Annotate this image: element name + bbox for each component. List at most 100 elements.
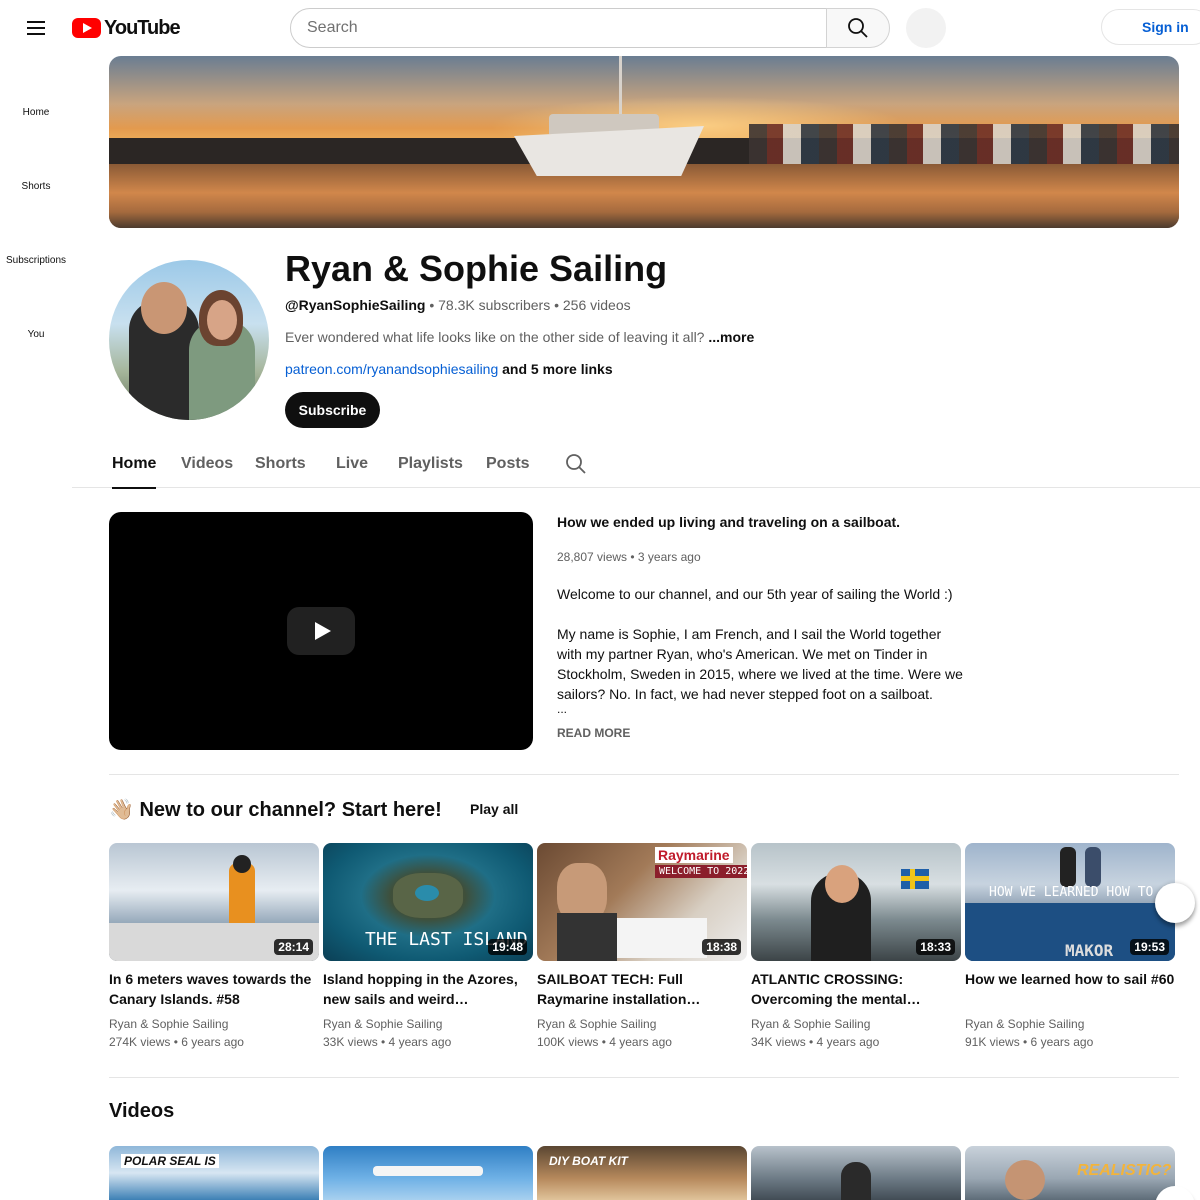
logo-text: YouTube	[104, 16, 181, 39]
subscribe-button[interactable]: Subscribe	[285, 392, 380, 428]
video-count: 256 videos	[562, 297, 631, 313]
video-card[interactable]: THE LAST ISLAND 19:48 Island hopping in …	[323, 843, 533, 1051]
video-title[interactable]: Island hopping in the Azores, new sails …	[323, 969, 533, 1009]
video-thumbnail[interactable]	[323, 1146, 533, 1200]
thumbnail-overlay-text: MAKOR	[1065, 941, 1114, 960]
video-card[interactable]: HOW WE LEARNED HOW TO SAIL MAKOR 19:53 H…	[965, 843, 1175, 1051]
tab-live[interactable]: Live	[336, 440, 368, 488]
shelf-title: 👋🏼 New to our channel? Start here!	[109, 797, 442, 822]
video-thumbnail[interactable]: 28:14	[109, 843, 319, 961]
more-links[interactable]: and 5 more links	[502, 361, 612, 377]
video-duration: 19:48	[488, 939, 527, 955]
description-text: Ever wondered what life looks like on th…	[285, 329, 705, 345]
description-ellipsis: ...	[557, 702, 568, 716]
sidebar-item-label: Subscriptions	[5, 254, 67, 266]
thumbnail-overlay-text: HOW WE LEARNED HOW TO SAIL	[989, 885, 1175, 900]
search-button[interactable]	[826, 8, 890, 48]
sidebar-item-label: Shorts	[21, 180, 51, 192]
video-meta: 34K views • 4 years ago	[751, 1035, 880, 1049]
patreon-link[interactable]: patreon.com/ryanandsophiesailing	[285, 361, 498, 377]
featured-video-player[interactable]	[109, 512, 533, 750]
video-card[interactable]: Raymarine WELCOME TO 2022 18:38 SAILBOAT…	[537, 843, 747, 1051]
sign-in-label: Sign in	[1142, 19, 1189, 35]
sidebar-item-shorts[interactable]: Shorts	[0, 149, 72, 223]
video-thumbnail[interactable]: DIY BOAT KIT	[537, 1146, 747, 1200]
channel-meta: @RyanSophieSailing • 78.3K subscribers •…	[285, 297, 631, 313]
tab-playlists[interactable]: Playlists	[398, 440, 463, 488]
video-thumbnail[interactable]: HOW WE LEARNED HOW TO SAIL MAKOR 19:53	[965, 843, 1175, 961]
channel-name: Ryan & Sophie Sailing	[285, 248, 668, 289]
search-input[interactable]	[290, 8, 827, 48]
tab-home[interactable]: Home	[112, 440, 157, 489]
channel-avatar	[109, 260, 269, 420]
video-channel[interactable]: Ryan & Sophie Sailing	[965, 1015, 1175, 1033]
tab-shorts[interactable]: Shorts	[255, 440, 306, 488]
play-icon[interactable]	[287, 607, 355, 655]
sign-in-button[interactable]: Sign in	[1101, 9, 1200, 45]
description-paragraph: My name is Sophie, I am French, and I sa…	[557, 626, 963, 702]
video-card[interactable]: 28:14 In 6 meters waves towards the Cana…	[109, 843, 319, 1051]
thumbnail-overlay-text: WELCOME TO 2022	[655, 865, 747, 878]
video-meta: 91K views • 6 years ago	[965, 1035, 1094, 1049]
sidebar-item-label: Home	[22, 106, 50, 118]
divider	[109, 774, 1179, 775]
separator: •	[554, 297, 559, 313]
separator: •	[429, 297, 435, 313]
featured-description: Welcome to our channel, and our 5th year…	[557, 584, 967, 724]
video-thumbnail[interactable]: Raymarine WELCOME TO 2022 18:38	[537, 843, 747, 961]
play-all-button[interactable]: Play all	[458, 792, 530, 826]
video-duration: 28:14	[274, 939, 313, 955]
video-thumbnail[interactable]: REALISTIC?	[965, 1146, 1175, 1200]
thumbnail-overlay-text: DIY BOAT KIT	[549, 1154, 628, 1168]
search-icon[interactable]	[564, 452, 588, 476]
sidebar-item-subscriptions[interactable]: Subscriptions	[0, 223, 72, 297]
channel-links: patreon.com/ryanandsophiesailing and 5 m…	[285, 361, 613, 377]
video-duration: 18:33	[916, 939, 955, 955]
subscriber-count: 78.3K subscribers	[438, 297, 551, 313]
video-thumbnail[interactable]	[751, 1146, 961, 1200]
video-card[interactable]: 18:33 ATLANTIC CROSSING: Overcoming the …	[751, 843, 961, 1051]
video-title[interactable]: ATLANTIC CROSSING: Overcoming the mental…	[751, 969, 961, 1009]
thumbnail-overlay-text: POLAR SEAL IS	[121, 1154, 219, 1168]
shelf-title-text: New to our channel? Start here!	[139, 799, 442, 821]
video-meta: 100K views • 4 years ago	[537, 1035, 672, 1049]
menu-icon[interactable]	[20, 12, 52, 44]
sidebar-item-home[interactable]: Home	[0, 75, 72, 149]
wave-emoji-icon: 👋🏼	[109, 799, 134, 821]
video-meta: 33K views • 4 years ago	[323, 1035, 452, 1049]
sidebar-item-label: You	[27, 328, 45, 340]
featured-title[interactable]: How we ended up living and traveling on …	[557, 514, 900, 530]
video-title[interactable]: SAILBOAT TECH: Full Raymarine installati…	[537, 969, 747, 1009]
tab-videos[interactable]: Videos	[181, 440, 233, 488]
channel-description[interactable]: Ever wondered what life looks like on th…	[285, 329, 754, 345]
featured-meta: 28,807 views • 3 years ago	[557, 550, 701, 564]
video-channel[interactable]: Ryan & Sophie Sailing	[751, 1015, 961, 1033]
read-more-button[interactable]: READ MORE	[557, 726, 630, 740]
channel-tabs: Home Videos Shorts Live Playlists Posts	[72, 440, 1200, 489]
channel-handle: @RyanSophieSailing	[285, 297, 426, 313]
video-thumbnail[interactable]: 18:33	[751, 843, 961, 961]
videos-section-title: Videos	[109, 1100, 175, 1122]
sidebar-item-you[interactable]: You	[0, 297, 72, 371]
video-thumbnail[interactable]: THE LAST ISLAND 19:48	[323, 843, 533, 961]
youtube-logo[interactable]: YouTube	[72, 16, 181, 40]
youtube-play-icon	[72, 18, 101, 38]
voice-search-button[interactable]	[906, 8, 946, 48]
description-paragraph: Welcome to our channel, and our 5th year…	[557, 586, 953, 602]
video-duration: 18:38	[702, 939, 741, 955]
search-icon	[848, 18, 868, 38]
description-more[interactable]: ...more	[708, 329, 754, 345]
video-meta: 274K views • 6 years ago	[109, 1035, 244, 1049]
divider	[109, 1077, 1179, 1078]
video-channel[interactable]: Ryan & Sophie Sailing	[537, 1015, 747, 1033]
video-thumbnail[interactable]: POLAR SEAL IS	[109, 1146, 319, 1200]
video-channel[interactable]: Ryan & Sophie Sailing	[109, 1015, 319, 1033]
shelf-next-button[interactable]	[1155, 883, 1195, 923]
thumbnail-overlay-text: Raymarine	[655, 847, 733, 863]
channel-banner	[109, 56, 1179, 228]
video-title[interactable]: In 6 meters waves towards the Canary Isl…	[109, 969, 319, 1009]
tab-posts[interactable]: Posts	[486, 440, 530, 488]
video-title[interactable]: How we learned how to sail #60	[965, 969, 1175, 1009]
thumbnail-overlay-text: REALISTIC?	[1077, 1162, 1172, 1179]
video-channel[interactable]: Ryan & Sophie Sailing	[323, 1015, 533, 1033]
